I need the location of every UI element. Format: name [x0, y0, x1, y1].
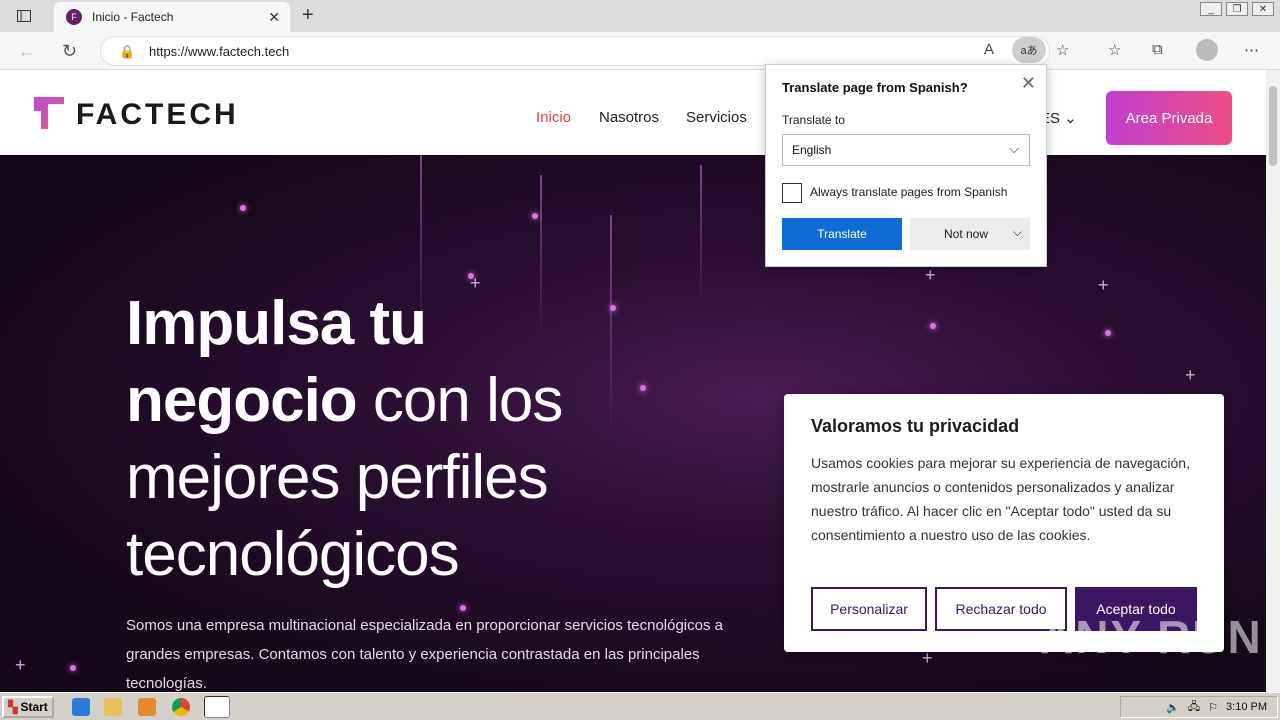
customize-button[interactable]: Personalizar	[811, 587, 927, 631]
start-button[interactable]: ▚ Start	[2, 696, 54, 718]
tab-title: Inicio - Factech	[92, 10, 174, 24]
hero-title-line-4: tecnológicos	[126, 520, 460, 589]
window-controls: _ ❐ ✕	[1200, 2, 1274, 16]
translate-icon[interactable]: aあ	[1012, 37, 1046, 63]
profile-avatar[interactable]	[1196, 39, 1218, 61]
data-streak	[700, 165, 702, 305]
hero-subtitle: Somos una empresa multinacional especial…	[126, 617, 723, 692]
light-dot	[70, 665, 76, 671]
lock-icon[interactable]: 🔒	[119, 44, 135, 60]
address-input[interactable]: 🔒 https://www.factech.tech	[100, 36, 1050, 66]
area-privada-button[interactable]: Area Privada	[1106, 91, 1232, 145]
anyrun-watermark: ANY RUN	[1040, 611, 1263, 663]
not-now-label: Not now	[944, 227, 989, 241]
close-window-button[interactable]: ✕	[1252, 2, 1274, 16]
restore-button[interactable]: ❐	[1226, 2, 1248, 16]
not-now-button[interactable]: Not now ⌵	[910, 218, 1030, 250]
light-dot	[240, 205, 246, 211]
translate-popup: Translate page from Spanish? ✕ Translate…	[765, 64, 1047, 267]
cookie-title: Valoramos tu privacidad	[811, 416, 1020, 436]
light-dot	[532, 213, 538, 219]
site-logo-text[interactable]: FACTECH	[76, 98, 239, 132]
windows-flag-icon: ▚	[8, 700, 18, 714]
factech-logo-icon	[34, 97, 64, 129]
chrome-icon[interactable]	[172, 698, 190, 716]
translate-to-label: Translate to	[782, 113, 845, 127]
always-translate-checkbox[interactable]	[782, 183, 802, 203]
language-select[interactable]: English ⌵	[782, 134, 1030, 166]
nav-nosotros[interactable]: Nasotros	[599, 109, 659, 126]
translate-button[interactable]: Translate	[782, 218, 902, 250]
media-player-icon[interactable]	[138, 698, 156, 716]
nav-inicio[interactable]: Inicio	[536, 109, 571, 126]
site-header: FACTECH Inicio Nasotros Servicios ES ⌄ A…	[0, 70, 1266, 155]
sparkle-plus: +	[1098, 275, 1109, 295]
selected-language: English	[792, 143, 832, 157]
more-menu-icon[interactable]: ⋯	[1244, 41, 1259, 59]
hero-title-line-3: mejores perfiles	[126, 443, 549, 512]
factech-favicon: F	[66, 9, 82, 25]
translate-title: Translate page from Spanish?	[782, 80, 968, 95]
cookie-body: Usamos cookies para mejorar su experienc…	[811, 455, 1190, 543]
hero-title-line-2-bold: negocio	[126, 366, 358, 435]
sparkle-plus: +	[15, 655, 26, 675]
favorites-icon[interactable]: ☆	[1108, 41, 1121, 59]
close-popup-icon[interactable]: ✕	[1021, 73, 1036, 94]
edge-taskbar-button[interactable]	[204, 696, 230, 718]
volume-icon[interactable]: 🔈	[1166, 701, 1180, 714]
start-label: Start	[20, 700, 48, 714]
close-tab-icon[interactable]: ✕	[268, 9, 280, 26]
collections-icon[interactable]: ⧉	[1152, 41, 1163, 58]
always-translate-label: Always translate pages from Spanish	[810, 185, 1008, 199]
browser-tab[interactable]: F Inicio - Factech ✕	[54, 2, 290, 32]
ie-icon[interactable]	[72, 698, 90, 716]
address-toolbar: ← ↻ 🔒 https://www.factech.tech A aあ ☆ ☆ …	[0, 32, 1280, 70]
flag-icon[interactable]: ⚐	[1208, 701, 1218, 714]
light-dot	[930, 323, 936, 329]
refresh-button[interactable]: ↻	[62, 41, 77, 62]
scrollbar-thumb[interactable]	[1269, 86, 1277, 166]
back-button[interactable]: ←	[18, 41, 36, 62]
new-tab-button[interactable]: +	[302, 4, 314, 27]
page-scrollbar[interactable]	[1266, 70, 1280, 692]
nav-servicios[interactable]: Servicios	[686, 109, 747, 126]
sparkle-plus: +	[1185, 365, 1196, 385]
network-icon[interactable]: 🖧	[1188, 698, 1200, 717]
tab-strip: F Inicio - Factech ✕ + _ ❐ ✕	[0, 0, 1280, 32]
light-dot	[1105, 330, 1111, 336]
taskbar: ▚ Start 🔈 🖧 ⚐ 3:10 PM	[0, 692, 1280, 720]
read-aloud-icon[interactable]: A	[984, 41, 994, 58]
minimize-button[interactable]: _	[1200, 2, 1222, 16]
tab-list-icon	[17, 10, 31, 22]
hero-title-line-1: Impulsa tu	[126, 289, 427, 358]
chevron-down-icon[interactable]: ⌵	[1013, 225, 1022, 240]
hero-title: Impulsa tu negocio con los mejores perfi…	[126, 285, 726, 593]
hero-title-line-2-rest: con los	[356, 366, 563, 435]
tab-actions-button[interactable]	[10, 6, 38, 26]
url-text: https://www.factech.tech	[149, 43, 290, 59]
system-tray: 🔈 🖧 ⚐ 3:10 PM	[1120, 696, 1278, 718]
explorer-icon[interactable]	[104, 698, 122, 716]
add-favorite-icon[interactable]: ☆	[1056, 41, 1069, 59]
clock[interactable]: 3:10 PM	[1226, 701, 1267, 713]
sparkle-plus: +	[925, 265, 936, 285]
chevron-down-icon: ⌵	[1009, 141, 1019, 156]
